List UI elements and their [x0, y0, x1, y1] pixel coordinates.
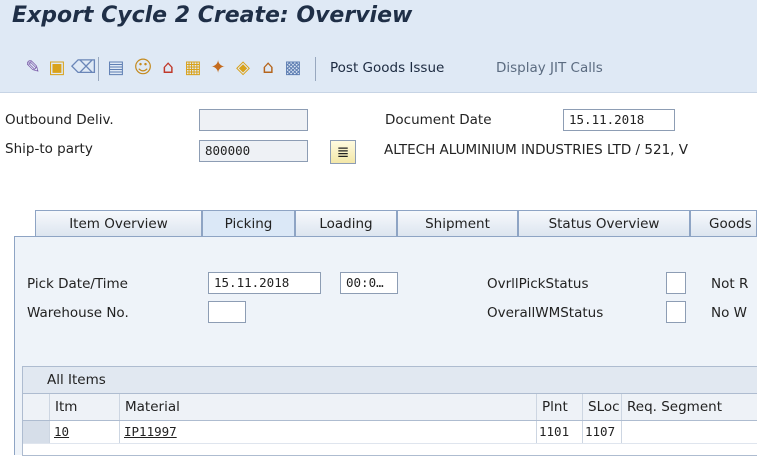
tab-status-overview[interactable]: Status Overview [518, 210, 690, 237]
table-row[interactable]: 10 IP11997 1101 1107 [23, 421, 757, 444]
outbound-deliv-field[interactable] [199, 109, 308, 131]
tab-loading[interactable]: Loading [295, 210, 397, 237]
table-title-bar: All Items [23, 367, 757, 394]
toolbar-separator [315, 57, 316, 81]
cell-itm[interactable]: 10 [49, 421, 119, 443]
ship-to-party-field[interactable]: 800000 [199, 140, 308, 162]
cell-req-segment[interactable] [621, 421, 757, 443]
warehouse-no-field[interactable] [208, 301, 246, 323]
overall-wm-status-label: OverallWMStatus [487, 305, 604, 321]
cell-material[interactable]: IP11997 [119, 421, 536, 443]
outbound-deliv-label: Outbound Deliv. [5, 112, 114, 128]
ship-to-party-name: ALTECH ALUMINIUM INDUSTRIES LTD / 521, V [384, 142, 688, 158]
column-header-sloc[interactable]: SLoc [582, 394, 621, 420]
output-icon[interactable]: ⌂ [158, 58, 178, 78]
cell-plnt[interactable]: 1101 [536, 421, 582, 443]
header-icon[interactable]: ⌂ [258, 58, 278, 78]
ovrl-pick-status-field[interactable] [666, 272, 686, 294]
tab-item-overview[interactable]: Item Overview [35, 210, 202, 237]
other-delivery-icon[interactable]: ▤ [106, 58, 126, 78]
ovrl-pick-status-label: OvrllPickStatus [487, 276, 589, 292]
overview-grid-icon[interactable]: ▩ [283, 58, 303, 78]
delete-trash-icon[interactable]: ⌫ [71, 58, 96, 78]
pick-date-time-label: Pick Date/Time [27, 276, 128, 292]
application-toolbar: ✎ ▣ ⌫ ▤ ☺ ⌂ ▦ ✦ ◈ ⌂ ▩ Post Goods Issue D… [0, 46, 757, 93]
title-bar: Export Cycle 2 Create: Overview [0, 0, 757, 46]
overall-wm-status-field[interactable] [666, 301, 686, 323]
post-goods-issue-button[interactable]: Post Goods Issue [330, 60, 444, 76]
table-title: All Items [47, 372, 106, 388]
column-header-req-segment[interactable]: Req. Segment [621, 394, 757, 420]
page-title: Export Cycle 2 Create: Overview [12, 3, 413, 28]
ship-to-party-label: Ship-to party [5, 141, 93, 157]
column-header-material[interactable]: Material [119, 394, 536, 420]
row-selector-header[interactable] [23, 394, 49, 420]
tab-strip: Item Overview Picking Loading Shipment S… [0, 210, 757, 238]
document-date-field[interactable]: 15.11.2018 [563, 109, 675, 131]
table-header: Itm Material Plnt SLoc Req. Segment [23, 394, 757, 421]
tab-goods[interactable]: Goods [690, 210, 757, 237]
pick-time-field[interactable]: 00:0… [340, 272, 398, 294]
all-items-table: All Items Itm Material Plnt SLoc Req. Se… [22, 366, 757, 456]
warehouse-no-label: Warehouse No. [27, 305, 129, 321]
texts-icon[interactable]: ▦ [183, 58, 203, 78]
column-header-itm[interactable]: Itm [49, 394, 119, 420]
document-date-label: Document Date [385, 112, 492, 128]
pick-date-field[interactable]: 15.11.2018 [208, 272, 321, 294]
column-header-plnt[interactable]: Plnt [536, 394, 582, 420]
tab-shipment[interactable]: Shipment [397, 210, 518, 237]
partner-icon[interactable]: ☺ [133, 58, 153, 78]
row-selector[interactable] [23, 421, 49, 443]
packing-icon[interactable]: ✦ [208, 58, 228, 78]
overall-wm-status-text: No W [711, 305, 747, 321]
cell-sloc[interactable]: 1107 [582, 421, 621, 443]
edit-pencil-icon[interactable]: ✎ [23, 58, 43, 78]
create-doc-icon[interactable]: ▣ [47, 58, 67, 78]
ovrl-pick-status-text: Not R [711, 276, 749, 292]
toolbar-separator [98, 57, 99, 81]
tab-picking[interactable]: Picking [202, 210, 295, 238]
partner-details-icon[interactable]: ≣ [330, 140, 356, 164]
shipment-icon[interactable]: ◈ [233, 58, 253, 78]
display-jit-calls-button[interactable]: Display JIT Calls [496, 60, 603, 76]
